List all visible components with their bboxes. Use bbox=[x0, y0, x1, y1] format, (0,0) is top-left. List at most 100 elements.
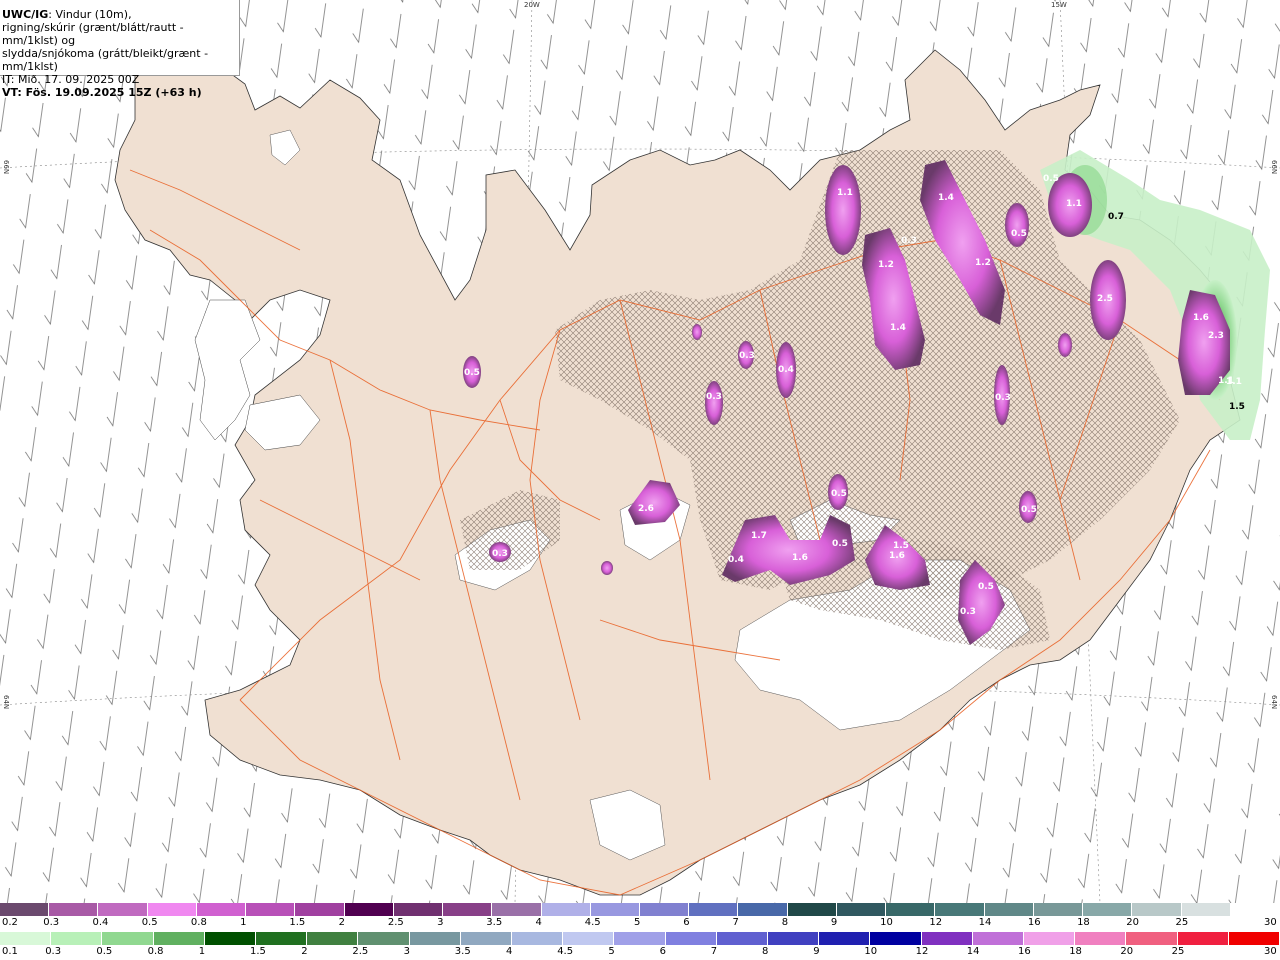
legend-snow-swatch bbox=[147, 903, 197, 916]
precip-label: 2.5 bbox=[1097, 294, 1113, 304]
legend-snow-tick-label: 5 bbox=[634, 917, 641, 928]
legend-rain-tick-label: 2 bbox=[301, 946, 308, 957]
precip-label: 0.3 bbox=[706, 392, 722, 402]
legend-snow-tick-label: 4.5 bbox=[584, 917, 601, 928]
legend-snow-swatch bbox=[295, 903, 345, 916]
legend-rain-swatch bbox=[204, 932, 256, 945]
legend-rain-swatch bbox=[1177, 932, 1229, 945]
title-line-2: rigning/skúrir (grænt/blátt/rautt - mm/1… bbox=[2, 21, 184, 47]
legend-snow-swatch bbox=[344, 903, 394, 916]
legend-snow-tick-label: 0.2 bbox=[2, 917, 18, 928]
precip-label: 1.4 bbox=[938, 193, 954, 203]
legend-snow-swatch bbox=[689, 903, 739, 916]
legend-snow-swatches bbox=[0, 903, 1280, 916]
precip-label: 0.3 bbox=[739, 351, 755, 361]
precip-label: 1.1 bbox=[1066, 199, 1082, 209]
precip-label: 0.5 bbox=[978, 582, 994, 592]
precip-label: 0.3 bbox=[492, 549, 508, 559]
legend-snow-swatch bbox=[196, 903, 247, 916]
coord-label: 15W bbox=[1051, 1, 1067, 9]
title-line-1: UWC/IG: Vindur (10m), bbox=[2, 8, 239, 21]
precip-label: 0.3 bbox=[960, 607, 976, 617]
weather-map: 1.1 1.4 0.3 1.2 1.2 0.5 1.4 0.5 1.1 0.7 … bbox=[0, 0, 1280, 903]
precip-label: 1.2 bbox=[878, 260, 894, 270]
legend-rain-swatch bbox=[409, 932, 461, 945]
color-legend: 0.2 0.3 0.4 0.5 0.8 1 1.5 2 2.5 3 3.5 4 4.5 5 6 7 8 9 10 12… bbox=[0, 903, 1280, 960]
title-line-3: slydda/snjókoma (grátt/bleikt/grænt - mm… bbox=[2, 47, 209, 73]
precip-label: 0.4 bbox=[728, 555, 744, 565]
legend-rain-tick-label: 0.3 bbox=[45, 946, 62, 957]
legend-rain-swatch bbox=[0, 932, 52, 945]
legend-rain-tick-label: 3.5 bbox=[454, 946, 471, 957]
legend-snow-tick-label: 18 bbox=[1077, 917, 1090, 928]
legend-snow-tick-label: 0.4 bbox=[92, 917, 109, 928]
legend-rain-tick-label: 10 bbox=[864, 946, 878, 957]
legend-rain-swatches bbox=[0, 932, 1280, 945]
precip-label: 1.1 bbox=[837, 188, 853, 198]
legend-snow-swatch bbox=[935, 903, 985, 916]
legend-snow-tick-label: 20 bbox=[1126, 917, 1140, 928]
legend-rain-tick-label: 25 bbox=[1171, 946, 1185, 957]
legend-rain-swatch bbox=[819, 932, 871, 945]
model-name: UWC/IG bbox=[2, 8, 49, 21]
legend-snow-swatch bbox=[393, 903, 444, 916]
precip-label: 0.3 bbox=[901, 236, 917, 246]
precip-label: 1.2 bbox=[975, 258, 991, 268]
legend-rain-swatch bbox=[256, 932, 308, 945]
legend-rain-swatch bbox=[716, 932, 768, 945]
legend-rain-swatch bbox=[51, 932, 103, 945]
legend-rain-swatch bbox=[153, 932, 205, 945]
legend-rain-tick-label: 5 bbox=[608, 946, 615, 957]
precip-label: 1.7 bbox=[751, 531, 767, 541]
legend-rain-swatch bbox=[1126, 932, 1178, 945]
legend-snow-tick-label: 8 bbox=[781, 917, 789, 928]
legend-snow-ticks: 0.2 0.3 0.4 0.5 0.8 1 1.5 2 2.5 3 3.5 4 4.5 5 6 7 8 9 10 12… bbox=[0, 917, 1280, 931]
legend-snow-swatch bbox=[1181, 903, 1231, 916]
legend-rain-tick-label: 30 bbox=[1264, 946, 1277, 957]
legend-snow-tick-label: 1 bbox=[240, 917, 247, 928]
legend-snow-swatch bbox=[1132, 903, 1182, 916]
legend-snow-tick-label: 16 bbox=[1027, 917, 1041, 928]
coord-label: 66N bbox=[1270, 160, 1278, 175]
legend-snow-swatch bbox=[443, 903, 493, 916]
legend-rain-swatch bbox=[563, 932, 615, 945]
legend-rain-tick-label: 0.1 bbox=[2, 946, 18, 957]
legend-snow-tick-label: 3.5 bbox=[486, 917, 503, 928]
precip-label: 1.5 bbox=[1229, 402, 1245, 412]
legend-rain-swatch bbox=[921, 932, 973, 945]
legend-snow-tick-label: 2.5 bbox=[387, 917, 404, 928]
legend-snow-tick-label: 6 bbox=[683, 917, 690, 928]
precip-label: 0.5 bbox=[464, 368, 480, 378]
legend-rain-tick-label: 18 bbox=[1069, 946, 1082, 957]
legend-rain-swatch bbox=[358, 932, 410, 945]
precip-label: 1.6 bbox=[792, 553, 808, 563]
legend-rain-swatch bbox=[307, 932, 359, 945]
precip-label: 1.1 bbox=[1218, 376, 1234, 386]
legend-snow-swatch bbox=[541, 903, 591, 916]
coord-label: 66N bbox=[2, 160, 10, 175]
legend-rain-swatch bbox=[614, 932, 666, 945]
legend-snow-swatch bbox=[1083, 903, 1133, 916]
legend-rain-swatch bbox=[665, 932, 717, 945]
legend-snow-tick-label: 30 bbox=[1264, 917, 1277, 928]
legend-snow-tick-label: 1.5 bbox=[289, 917, 306, 928]
legend-snow-swatch bbox=[886, 903, 936, 916]
precip-label: 0.5 bbox=[831, 489, 847, 499]
legend-snow-swatch bbox=[1033, 903, 1084, 916]
legend-snow-tick-label: 7 bbox=[732, 917, 739, 928]
legend-snow-swatch bbox=[49, 903, 99, 916]
legend-snow-tick-label: 0.3 bbox=[43, 917, 60, 928]
legend-snow-tick-label: 14 bbox=[978, 917, 992, 928]
precip-label: 0.5 bbox=[832, 539, 848, 549]
legend-snow-tick-label: 12 bbox=[929, 917, 943, 928]
precip-label: 0.7 bbox=[1108, 212, 1124, 222]
legend-rain-swatch bbox=[768, 932, 820, 945]
legend-rain-tick-label: 6 bbox=[659, 946, 666, 957]
title-variable: : Vindur (10m), bbox=[48, 8, 132, 21]
precip-label: 2.3 bbox=[1208, 331, 1224, 341]
legend-snow-tick-label: 4 bbox=[535, 917, 542, 928]
legend-rain-tick-label: 0.8 bbox=[147, 946, 164, 957]
legend-rain-swatch bbox=[1024, 932, 1076, 945]
init-time: IT: Mið. 17. 09. 2025 00Z bbox=[2, 73, 140, 86]
legend-snow-swatch bbox=[787, 903, 837, 916]
